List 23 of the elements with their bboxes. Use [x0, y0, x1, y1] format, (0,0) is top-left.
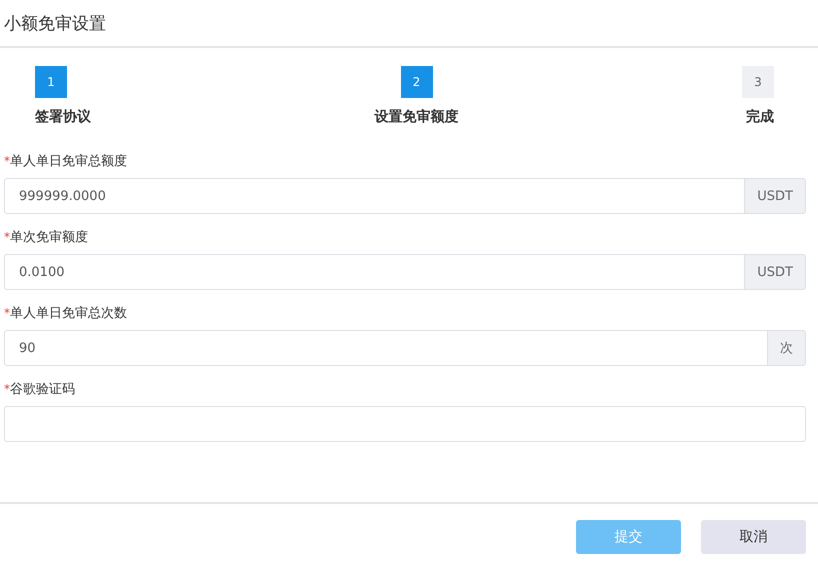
required-mark: * [4, 230, 10, 244]
input-field[interactable] [4, 406, 806, 442]
field-label: 谷歌验证码 [10, 381, 75, 398]
step-label: 设置免审额度 [374, 108, 458, 126]
required-mark: * [4, 154, 10, 168]
unit-label: USDT [745, 178, 806, 214]
step-number: 3 [742, 66, 774, 98]
required-mark: * [4, 306, 10, 320]
unit-label: USDT [745, 254, 806, 290]
input-field[interactable]: 999999.0000 [4, 178, 746, 214]
dialog-title: 小额免审设置 [4, 12, 106, 34]
field-label: 单人单日免审总次数 [10, 305, 127, 322]
unit-label: 次 [768, 330, 806, 366]
field-label: 单人单日免审总额度 [10, 153, 127, 170]
cancel-button[interactable]: 取消 [701, 520, 806, 554]
input-field[interactable]: 0.0100 [4, 254, 746, 290]
input-field[interactable]: 90 [4, 330, 768, 366]
required-mark: * [4, 382, 10, 396]
step-number: 1 [35, 66, 67, 98]
step-number: 2 [400, 66, 432, 98]
field-label: 单次免审额度 [10, 229, 88, 246]
step-label: 完成 [746, 108, 774, 126]
step-label: 签署协议 [35, 108, 91, 126]
